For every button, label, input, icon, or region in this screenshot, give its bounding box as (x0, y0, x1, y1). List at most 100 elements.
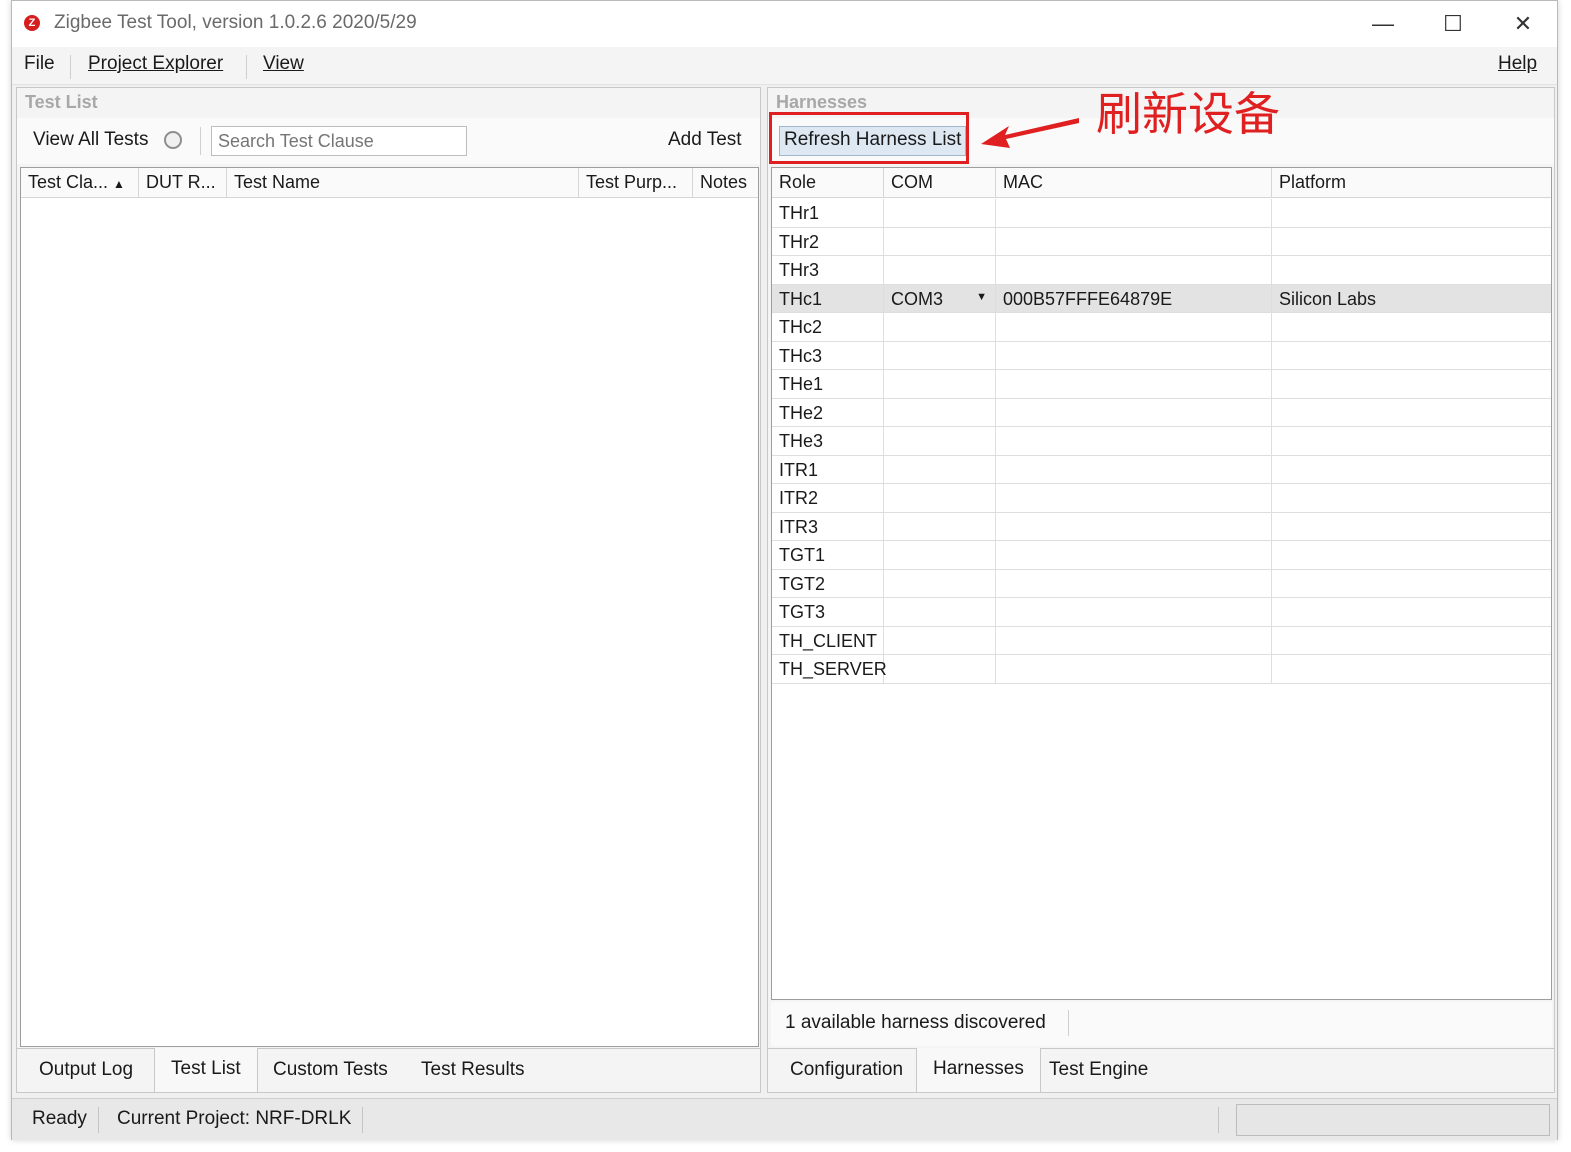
com-cell[interactable] (884, 626, 996, 654)
column-header-role[interactable]: Role (772, 168, 884, 198)
search-test-clause-input[interactable] (211, 126, 467, 156)
tab-output-log[interactable]: Output Log (23, 1049, 149, 1093)
mac-cell (996, 427, 1272, 455)
mac-cell (996, 541, 1272, 569)
footer-separator (1068, 1010, 1069, 1036)
progress-bar (1236, 1104, 1550, 1136)
harness-row[interactable]: THr3 (772, 256, 1551, 285)
harness-row[interactable]: THc2 (772, 313, 1551, 342)
view-all-tests-label: View All Tests (33, 129, 149, 150)
title-bar: Z Zigbee Test Tool, version 1.0.2.6 2020… (12, 1, 1557, 47)
com-cell[interactable] (884, 598, 996, 626)
maximize-icon[interactable]: ☐ (1418, 1, 1488, 47)
harness-discovered-status: 1 available harness discovered (785, 1012, 1046, 1033)
com-cell[interactable] (884, 398, 996, 426)
menu-help[interactable]: Help (1498, 53, 1537, 75)
com-cell[interactable] (884, 427, 996, 455)
tab-harnesses[interactable]: Harnesses (916, 1048, 1041, 1092)
harness-row[interactable]: ITR1 (772, 455, 1551, 484)
com-cell[interactable] (884, 370, 996, 398)
column-header-notes[interactable]: Notes (693, 168, 758, 198)
menu-view[interactable]: View (263, 53, 304, 75)
tab-test-list[interactable]: Test List (154, 1048, 258, 1092)
panel-title: Test List (25, 92, 98, 112)
com-cell[interactable] (884, 569, 996, 597)
platform-cell (1272, 427, 1551, 455)
com-cell[interactable] (884, 455, 996, 483)
com-cell[interactable] (884, 313, 996, 341)
column-header-dut-role[interactable]: DUT R... (139, 168, 227, 198)
com-cell[interactable] (884, 541, 996, 569)
mac-cell: 000B57FFFE64879E (996, 284, 1272, 312)
menu-file[interactable]: File (24, 53, 55, 75)
menu-separator (70, 55, 71, 79)
role-cell: TGT1 (772, 541, 884, 569)
menu-project-explorer[interactable]: Project Explorer (88, 53, 223, 75)
add-test-button[interactable]: Add Test (668, 129, 742, 151)
role-cell: ITR2 (772, 484, 884, 512)
harness-row[interactable]: THc1 COM3 ▼ 000B57FFFE64879E Silicon Labs (772, 284, 1551, 313)
harness-row[interactable]: TH_SERVER (772, 655, 1551, 684)
column-header-test-purpose[interactable]: Test Purp... (579, 168, 693, 198)
harness-rows: THr1 THr2 THr3 THc1 COM3 ▼ 000B57FFFE64879E Sil… (772, 199, 1551, 689)
harness-row[interactable]: TGT2 (772, 569, 1551, 598)
com-cell[interactable] (884, 512, 996, 540)
menu-separator (246, 55, 247, 79)
close-icon[interactable]: ✕ (1488, 1, 1558, 47)
harness-row[interactable]: TH_CLIENT (772, 626, 1551, 655)
status-separator (1218, 1107, 1219, 1133)
mac-cell (996, 227, 1272, 255)
view-all-tests-radio[interactable] (164, 131, 182, 149)
harness-row[interactable]: THe3 (772, 427, 1551, 456)
app-window: Z Zigbee Test Tool, version 1.0.2.6 2020… (11, 0, 1558, 1140)
harness-row[interactable]: THe1 (772, 370, 1551, 399)
status-bar: Ready Current Project: NRF-DRLK (12, 1098, 1557, 1140)
harnesses-panel: Harnesses Refresh Harness List Role COM … (767, 87, 1555, 1093)
platform-cell (1272, 313, 1551, 341)
tab-configuration[interactable]: Configuration (774, 1049, 919, 1093)
platform-cell (1272, 598, 1551, 626)
com-cell[interactable] (884, 341, 996, 369)
com-cell[interactable] (884, 484, 996, 512)
com-cell[interactable] (884, 655, 996, 683)
mac-cell (996, 626, 1272, 654)
tab-test-engine[interactable]: Test Engine (1033, 1049, 1164, 1093)
role-cell: THr2 (772, 227, 884, 255)
tab-test-results[interactable]: Test Results (405, 1049, 540, 1093)
column-header-platform[interactable]: Platform (1272, 168, 1551, 198)
mac-cell (996, 455, 1272, 483)
com-cell[interactable] (884, 256, 996, 284)
platform-cell (1272, 256, 1551, 284)
role-cell: TGT2 (772, 569, 884, 597)
column-header-mac[interactable]: MAC (996, 168, 1272, 198)
dropdown-arrow-icon[interactable]: ▼ (976, 291, 987, 303)
tab-custom-tests[interactable]: Custom Tests (257, 1049, 404, 1093)
mac-cell (996, 398, 1272, 426)
column-header-test-name[interactable]: Test Name (227, 168, 579, 198)
column-header-com[interactable]: COM (884, 168, 996, 198)
platform-cell (1272, 399, 1551, 427)
role-cell: TGT3 (772, 598, 884, 626)
com-cell[interactable]: COM3 ▼ (884, 284, 996, 312)
platform-cell (1272, 456, 1551, 484)
harness-row[interactable]: THc3 (772, 341, 1551, 370)
harness-row[interactable]: TGT3 (772, 598, 1551, 627)
column-header-test-clause[interactable]: Test Cla... ▲ (21, 168, 139, 198)
platform-cell (1272, 228, 1551, 256)
minimize-icon[interactable]: — (1348, 1, 1418, 47)
harness-row[interactable]: THr1 (772, 199, 1551, 228)
role-cell: THc2 (772, 313, 884, 341)
mac-cell (996, 655, 1272, 683)
role-cell: THr1 (772, 199, 884, 227)
harness-row[interactable]: THe2 (772, 398, 1551, 427)
test-list-panel: Test List View All Tests Add Test Test C… (16, 87, 761, 1093)
role-cell: THc3 (772, 341, 884, 369)
com-cell[interactable] (884, 199, 996, 227)
harness-row[interactable]: TGT1 (772, 541, 1551, 570)
harness-row[interactable]: ITR2 (772, 484, 1551, 513)
harness-row[interactable]: THr2 (772, 227, 1551, 256)
harness-row[interactable]: ITR3 (772, 512, 1551, 541)
mac-cell (996, 313, 1272, 341)
com-cell[interactable] (884, 227, 996, 255)
test-list-toolbar: View All Tests Add Test (17, 118, 760, 164)
